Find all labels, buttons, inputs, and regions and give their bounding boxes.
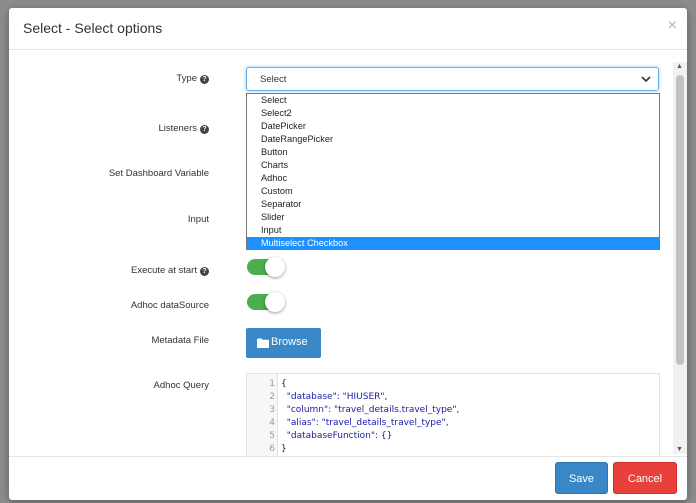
- help-icon[interactable]: ?: [200, 267, 209, 276]
- line-number: 3: [269, 405, 275, 415]
- code-line: "databaseFunction": {}: [281, 431, 393, 441]
- scroll-up-arrow-icon[interactable]: ▲: [676, 63, 683, 70]
- execute-at-start-label-text: Execute at start: [130, 265, 197, 276]
- chevron-down-icon: [641, 76, 651, 83]
- line-number: 1: [269, 379, 275, 389]
- code-line: "alias": "travel_details_travel_type",: [281, 418, 449, 428]
- modal-body: Type? Select Select Select2 DatePicker D…: [9, 51, 687, 456]
- dropdown-option-slider[interactable]: Slider: [247, 211, 659, 224]
- editor-line: 4 "alias": "travel_details_travel_type",: [247, 417, 659, 430]
- adhoc-query-editor[interactable]: 1 { 2 "database": "HIUSER", 3 "column": …: [246, 373, 660, 456]
- type-select-value: Select: [260, 74, 287, 85]
- editor-line: 3 "column": "travel_details.travel_type"…: [247, 404, 659, 417]
- save-button[interactable]: Save: [555, 462, 608, 494]
- dropdown-option-separator[interactable]: Separator: [247, 198, 659, 211]
- dropdown-option-multiselect-checkbox[interactable]: Multiselect Checkbox: [247, 237, 659, 250]
- adhoc-datasource-toggle[interactable]: [247, 292, 285, 312]
- editor-line: 6 }: [247, 443, 659, 456]
- adhoc-query-label: Adhoc Query: [153, 380, 209, 391]
- code-line: }: [281, 444, 287, 454]
- editor-line: 1 {: [247, 378, 659, 391]
- modal-header: Select - Select options ×: [9, 8, 687, 50]
- scroll-thumb[interactable]: [676, 75, 684, 365]
- line-number: 6: [269, 444, 275, 454]
- toggle-knob: [265, 257, 285, 277]
- close-icon[interactable]: ×: [668, 17, 677, 35]
- select-options-modal: Select - Select options × Type? Select S…: [9, 8, 687, 500]
- dropdown-option-charts[interactable]: Charts: [247, 159, 659, 172]
- dropdown-option-input[interactable]: Input: [247, 224, 659, 237]
- modal-title: Select - Select options: [23, 20, 163, 36]
- dropdown-option-datepicker[interactable]: DatePicker: [247, 120, 659, 133]
- dropdown-option-custom[interactable]: Custom: [247, 185, 659, 198]
- listeners-label-text: Listeners: [158, 123, 197, 134]
- execute-at-start-toggle[interactable]: [247, 257, 285, 277]
- code-line: "column": "travel_details.travel_type",: [281, 405, 460, 415]
- input-label: Input: [187, 214, 209, 225]
- line-number: 5: [269, 431, 275, 441]
- folder-icon: [257, 338, 269, 348]
- type-label-text: Type: [176, 73, 197, 84]
- modal-footer: Save Cancel: [9, 456, 687, 500]
- code-line: {: [281, 379, 287, 389]
- type-select[interactable]: Select: [246, 67, 659, 91]
- type-dropdown-list: Select Select2 DatePicker DateRangePicke…: [246, 93, 660, 250]
- type-label: Type?: [9, 73, 209, 84]
- adhoc-datasource-label: Adhoc dataSource: [130, 300, 209, 311]
- dropdown-option-select2[interactable]: Select2: [247, 107, 659, 120]
- editor-line: 5 "databaseFunction": {}: [247, 430, 659, 443]
- scroll-down-arrow-icon[interactable]: ▼: [676, 446, 683, 453]
- help-icon[interactable]: ?: [200, 75, 209, 84]
- dashboard-variable-label: Set Dashboard Variable: [108, 168, 209, 179]
- modal-scrollbar[interactable]: ▲ ▼: [673, 62, 687, 454]
- line-number: 4: [269, 418, 275, 428]
- metadata-file-label: Metadata File: [151, 335, 209, 346]
- dropdown-option-button[interactable]: Button: [247, 146, 659, 159]
- cancel-button[interactable]: Cancel: [613, 462, 677, 494]
- listeners-label: Listeners?: [9, 123, 209, 134]
- dropdown-option-daterangepicker[interactable]: DateRangePicker: [247, 133, 659, 146]
- help-icon[interactable]: ?: [200, 125, 209, 134]
- dropdown-option-adhoc[interactable]: Adhoc: [247, 172, 659, 185]
- toggle-knob: [265, 292, 285, 312]
- editor-line: 2 "database": "HIUSER",: [247, 391, 659, 404]
- dropdown-option-select[interactable]: Select: [247, 94, 659, 107]
- browse-button-label: Browse: [271, 336, 308, 348]
- execute-at-start-label: Execute at start?: [9, 265, 209, 276]
- line-number: 2: [269, 392, 275, 402]
- browse-button[interactable]: Browse: [246, 328, 321, 358]
- code-line: "database": "HIUSER",: [281, 392, 388, 402]
